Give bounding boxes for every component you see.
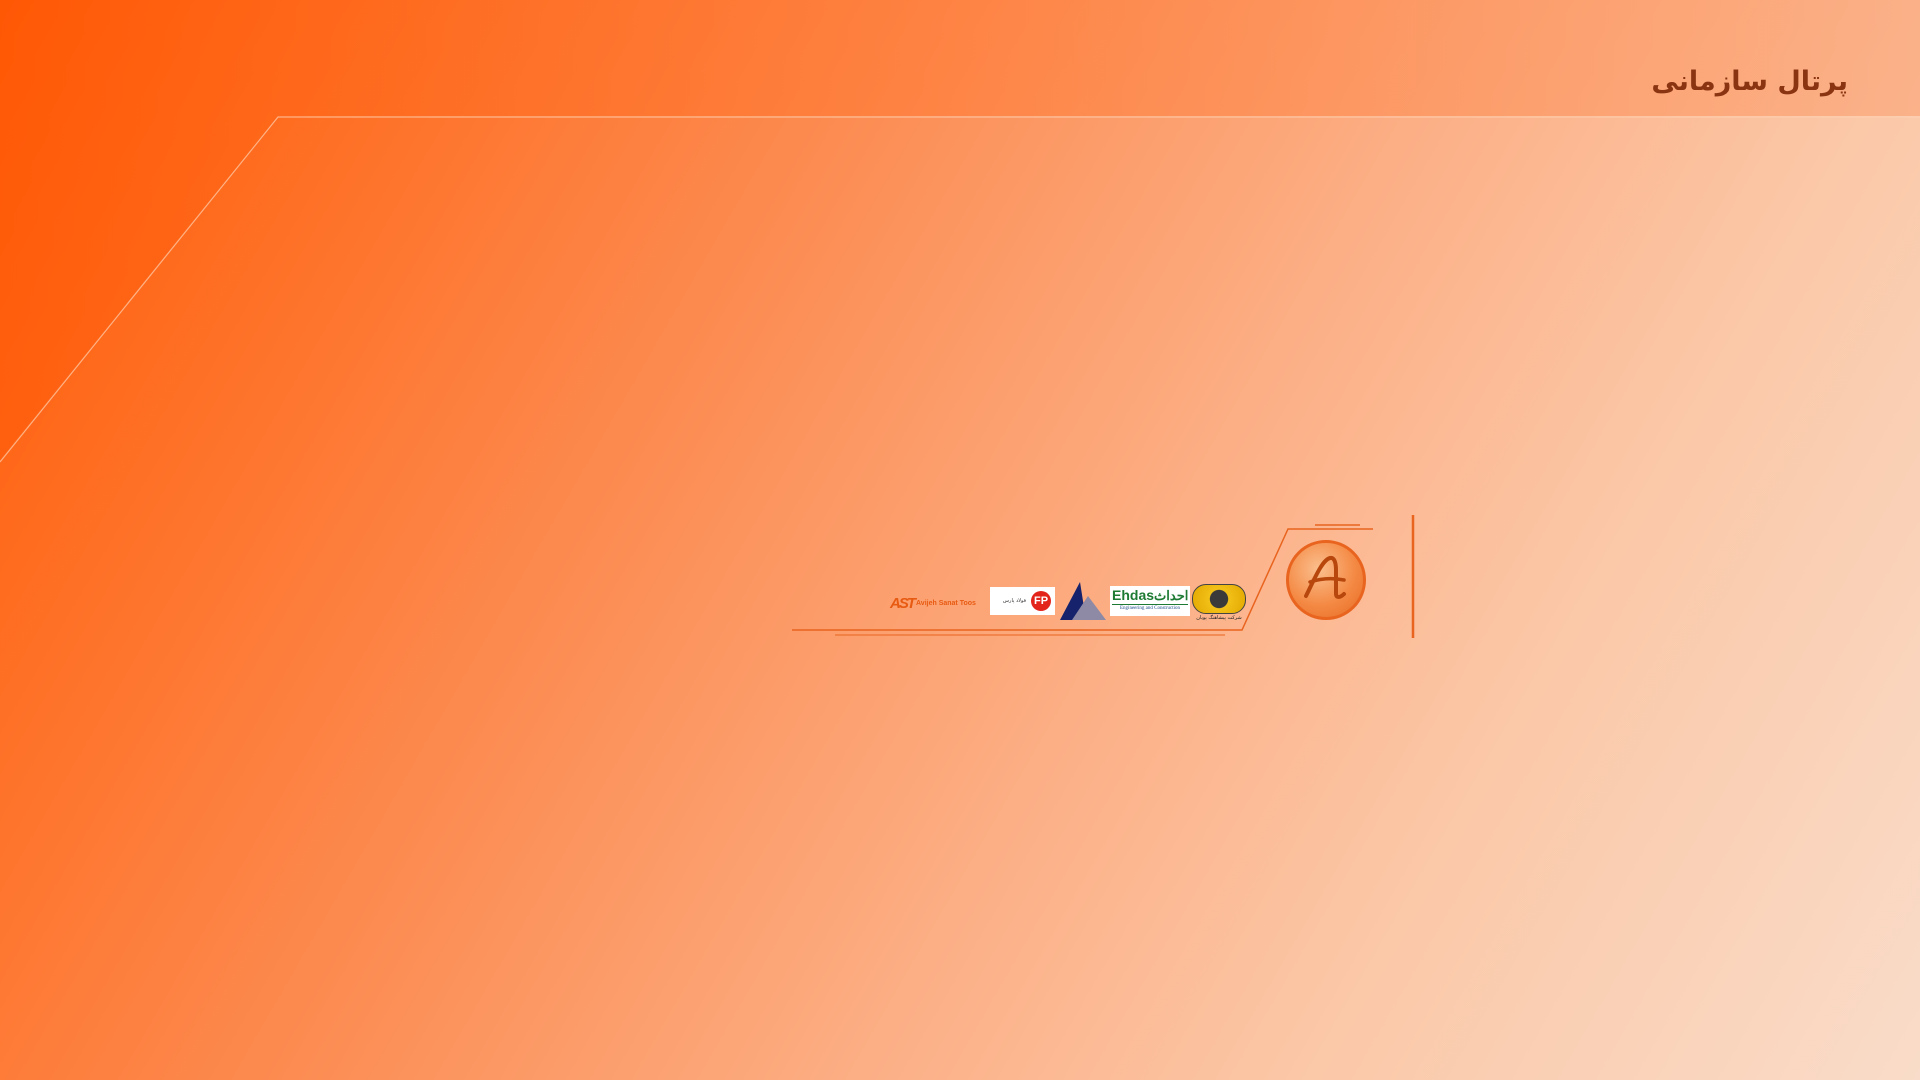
ehdas-logo: Ehdas احداث Engineering and Construction <box>1110 586 1190 616</box>
avijeh-mark-icon: AST <box>890 594 916 612</box>
ehdas-farsi-name: احداث <box>1154 588 1189 603</box>
ehdas-latin-name: Ehdas <box>1112 587 1155 603</box>
globe-company-logo: شرکت پیشاهنگ پویان <box>1192 584 1246 621</box>
globe-logo-caption: شرکت پیشاهنگ پویان <box>1196 615 1242 621</box>
fp-mark-icon: FP <box>1031 591 1051 611</box>
avijeh-sanat-toos-logo: AST Avijeh Sanat Toos <box>890 594 988 612</box>
company-emblem-logo <box>1286 540 1366 620</box>
partner-logo-strip: شرکت پیشاهنگ پویان Ehdas احداث Engineeri… <box>780 505 1430 655</box>
triangle-company-logo <box>1060 582 1106 620</box>
fp-farsi-name: فولاد پارس <box>1002 598 1026 604</box>
emblem-script-a-icon <box>1304 555 1346 599</box>
fp-company-logo: فولاد پارس FP <box>990 587 1055 615</box>
globe-icon <box>1192 584 1246 614</box>
page-title: پرتال سازمانی <box>1651 66 1848 97</box>
ehdas-subtitle: Engineering and Construction <box>1112 604 1188 612</box>
avijeh-name: Avijeh Sanat Toos <box>916 599 976 607</box>
